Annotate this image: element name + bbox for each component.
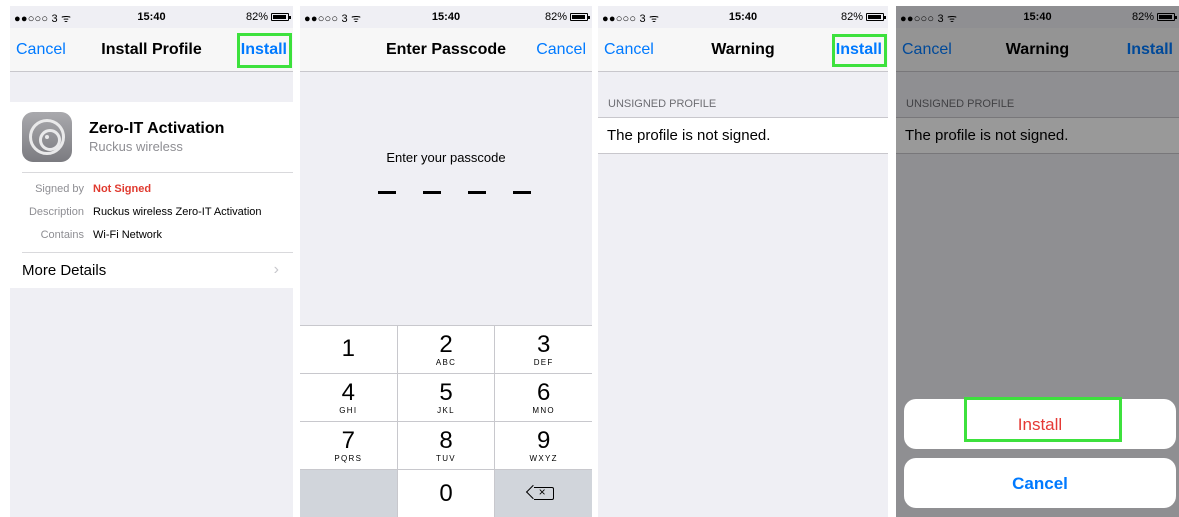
detail-key: Contains: [40, 229, 84, 241]
more-details-row[interactable]: More Details ›: [10, 254, 293, 288]
key-3[interactable]: 3 DEF: [495, 326, 592, 373]
highlight-box: [964, 397, 1122, 442]
key-9[interactable]: 9 WXYZ: [495, 422, 592, 469]
key-4[interactable]: 4 GHI: [300, 374, 397, 421]
key-8[interactable]: 8 TUV: [397, 422, 495, 469]
key-7[interactable]: 7 PQRS: [300, 422, 397, 469]
detail-key: Signed by: [35, 183, 84, 195]
highlight-box: [832, 34, 887, 67]
detail-value: Not Signed: [93, 183, 152, 195]
key-5[interactable]: 5 JKL: [397, 374, 495, 421]
detail-value: Wi-Fi Network: [93, 229, 163, 241]
passcode-digit-slot: [378, 191, 396, 194]
battery-icon: [866, 13, 886, 21]
passcode-field[interactable]: [378, 191, 531, 194]
battery-percent: 82%: [840, 11, 863, 23]
numeric-keypad: 1 2 ABC 3 DEF 4 GHI 5 JKL 6 MNO 7 PQRS 8 TUV 9W…: [300, 325, 592, 517]
passcode-digit-slot: [423, 191, 441, 194]
more-details-label: More Details: [22, 262, 107, 279]
status-bar: ●●○○○ 3 ᯤ 15:40 82%: [300, 6, 592, 28]
passcode-prompt: Enter your passcode: [386, 150, 506, 165]
install-profile-screen: ●●○○○ 3 ᯤ 15:40 82% Cancel Install Profi…: [10, 6, 293, 517]
cancel-button[interactable]: Cancel: [536, 41, 586, 59]
profile-card: Zero-IT Activation Ruckus wireless Signe…: [10, 102, 293, 288]
delete-key[interactable]: ×: [495, 470, 592, 517]
battery-icon: [271, 13, 291, 21]
section-header: UNSIGNED PROFILE: [608, 98, 717, 110]
highlight-box: [237, 33, 292, 68]
status-bar: ●●○○○ 3 ᯤ 15:40 82%: [598, 6, 888, 28]
status-bar: ●●○○○ 3 ᯤ 15:40 82%: [10, 6, 293, 28]
key-0[interactable]: 0: [397, 470, 495, 517]
warning-message: The profile is not signed.: [607, 127, 771, 144]
key-2[interactable]: 2 ABC: [397, 326, 495, 373]
warning-screen: ●●○○○ 3 ᯤ 15:40 82% Cancel Warning Insta…: [598, 6, 888, 517]
detail-description: Description Ruckus wireless Zero-IT Acti…: [10, 206, 293, 220]
profile-name: Zero-IT Activation: [89, 120, 225, 137]
backspace-icon: ×: [533, 485, 554, 500]
key-1[interactable]: 1: [300, 326, 397, 373]
battery-percent: 82%: [245, 11, 268, 23]
key-6[interactable]: 6 MNO: [495, 374, 592, 421]
divider: [22, 172, 293, 173]
detail-key: Description: [28, 206, 84, 218]
key-blank: [300, 470, 397, 517]
warning-message-row: The profile is not signed.: [598, 117, 888, 154]
sheet-cancel-button[interactable]: Cancel: [904, 458, 1176, 508]
detail-contains: Contains Wi-Fi Network: [10, 229, 293, 243]
chevron-right-icon: ›: [273, 261, 279, 278]
enter-passcode-screen: ●●○○○ 3 ᯤ 15:40 82% Enter Passcode Cance…: [300, 6, 592, 517]
passcode-digit-slot: [468, 191, 486, 194]
detail-signed-by: Signed by Not Signed: [10, 183, 293, 197]
settings-gear-icon: [22, 112, 72, 162]
sheet-cancel-label: Cancel: [1012, 474, 1068, 493]
battery-icon: [570, 13, 590, 21]
divider: [22, 252, 293, 253]
passcode-digit-slot: [513, 191, 531, 194]
warning-action-sheet-screen: ●●○○○ 3 ᯤ 15:40 82% Cancel Warning Insta…: [896, 6, 1179, 517]
profile-organization: Ruckus wireless: [89, 139, 183, 154]
battery-percent: 82%: [544, 11, 567, 23]
passcode-area: Enter your passcode: [300, 73, 592, 325]
nav-bar: Enter Passcode Cancel: [300, 28, 592, 72]
detail-value: Ruckus wireless Zero-IT Activation: [93, 206, 262, 218]
